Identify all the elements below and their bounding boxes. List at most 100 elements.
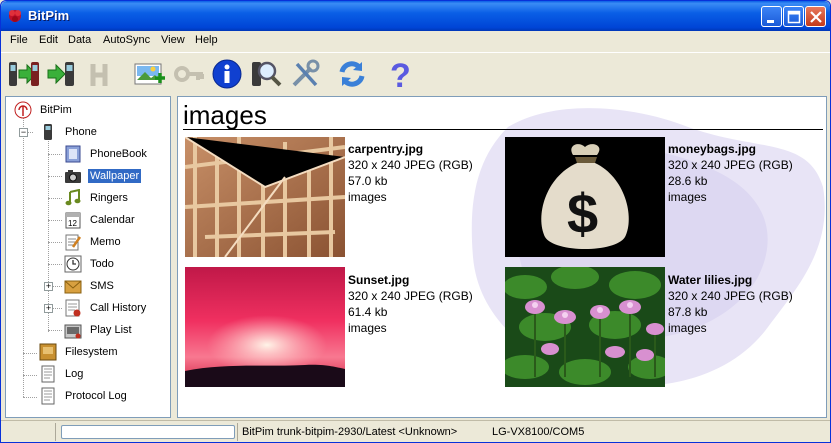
tree-item-play-list[interactable]: Play List: [64, 320, 164, 340]
tree-item-memo[interactable]: Memo: [64, 232, 164, 252]
music-note-icon: [65, 189, 81, 206]
menu-view[interactable]: View: [161, 34, 185, 46]
toolbar: ?: [1, 52, 830, 94]
menu-data[interactable]: Data: [68, 34, 91, 46]
detect-phone-icon[interactable]: [247, 57, 283, 91]
phone-icon: [44, 124, 52, 140]
add-wallpaper-icon[interactable]: [131, 57, 167, 91]
navigation-tree[interactable]: BitPim − Phone PhoneBook Wallpaper Ringe…: [5, 96, 171, 418]
protocol-log-icon: [41, 387, 55, 405]
image-thumbnail-moneybags[interactable]: $: [505, 137, 665, 257]
tree-item-wallpaper[interactable]: Wallpaper: [64, 166, 164, 186]
tree-item-ringers[interactable]: Ringers: [64, 188, 164, 208]
image-origin: images: [348, 190, 387, 204]
refresh-icon[interactable]: [333, 57, 369, 91]
bitpim-app-icon: [9, 10, 21, 22]
tree-label-phonebook: PhoneBook: [90, 148, 147, 160]
collapse-phone-toggle[interactable]: −: [19, 128, 28, 137]
menu-edit[interactable]: Edit: [39, 34, 58, 46]
tree-label-wallpaper: Wallpaper: [88, 169, 142, 183]
tree-item-calendar[interactable]: 12 Calendar: [64, 210, 164, 230]
title-bar[interactable]: BitPim: [1, 1, 830, 31]
image-thumbnail-sunset[interactable]: [185, 267, 345, 387]
status-divider: [237, 423, 238, 441]
tree-label-sms: SMS: [90, 280, 114, 292]
progress-bar: [61, 425, 235, 439]
memo-icon: [65, 234, 82, 251]
tree-item-todo[interactable]: Todo: [64, 254, 164, 274]
tree-item-sms[interactable]: SMS: [64, 276, 164, 296]
tree-label-log: Log: [65, 368, 84, 380]
key-icon[interactable]: [171, 57, 207, 91]
tree-label-calendar: Calendar: [90, 214, 135, 226]
tree-connector: [23, 117, 24, 397]
tree-connector: [48, 330, 62, 331]
status-bar: BitPim trunk-bitpim-2930/Latest <Unknown…: [1, 420, 830, 442]
camera-icon: [65, 170, 81, 183]
tree-root-bitpim[interactable]: BitPim: [14, 100, 164, 120]
tree-connector: [48, 220, 62, 221]
image-filesize: 61.4 kb: [348, 305, 388, 319]
tree-item-protocol-log[interactable]: Protocol Log: [39, 386, 159, 406]
tree-connector: [48, 242, 62, 243]
filesystem-icon: [39, 343, 57, 361]
tree-connector: [23, 353, 37, 354]
tree-item-filesystem[interactable]: Filesystem: [39, 342, 159, 362]
menu-file[interactable]: File: [10, 34, 28, 46]
tree-connector: [23, 397, 37, 398]
calendar-icon: 12: [65, 212, 81, 229]
window-title: BitPim: [28, 8, 70, 23]
history-icon[interactable]: [83, 57, 119, 91]
image-thumbnail-water-lilies[interactable]: [505, 267, 665, 387]
image-dimensions: 320 x 240 JPEG (RGB): [668, 289, 793, 303]
tree-label-call-history: Call History: [90, 302, 147, 314]
image-filename: Sunset.jpg: [348, 273, 410, 287]
call-history-icon: [65, 299, 81, 317]
info-icon[interactable]: [209, 57, 245, 91]
image-filename: carpentry.jpg: [348, 142, 424, 156]
tree-connector: [23, 375, 37, 376]
tree-connector: [48, 264, 62, 265]
phone-status: LG-VX8100/COM5: [492, 426, 585, 438]
send-phone-data-icon[interactable]: [43, 57, 79, 91]
image-dimensions: 320 x 240 JPEG (RGB): [348, 289, 473, 303]
tree-label-root: BitPim: [40, 104, 72, 116]
image-origin: images: [668, 321, 707, 335]
tree-item-log[interactable]: Log: [39, 364, 159, 384]
image-dimensions: 320 x 240 JPEG (RGB): [348, 158, 473, 172]
image-origin: images: [668, 190, 707, 204]
tree-label-memo: Memo: [90, 236, 121, 248]
help-icon[interactable]: ?: [381, 57, 417, 91]
image-info-carpentry: carpentry.jpg 320 x 240 JPEG (RGB) 57.0 …: [348, 141, 473, 205]
title-divider: [183, 129, 823, 130]
phonebook-icon: [65, 145, 81, 163]
tree-item-phone[interactable]: Phone: [39, 122, 159, 142]
image-filename: moneybags.jpg: [668, 142, 757, 156]
page-title: images: [183, 100, 267, 130]
menu-help[interactable]: Help: [195, 34, 218, 46]
wallpaper-content-panel[interactable]: images carpentry.jpg 320 x 240 JPEG (RGB…: [177, 96, 827, 418]
maximize-button[interactable]: [783, 6, 804, 27]
tree-label-filesystem: Filesystem: [65, 346, 118, 358]
tree-connector: [48, 176, 62, 177]
tree-item-call-history[interactable]: Call History: [64, 298, 164, 318]
settings-tools-icon[interactable]: [287, 57, 323, 91]
menu-autosync[interactable]: AutoSync: [103, 34, 150, 46]
image-filesize: 28.6 kb: [668, 174, 708, 188]
minimize-button[interactable]: [761, 6, 782, 27]
close-button[interactable]: [805, 6, 826, 27]
image-info-water-lilies: Water lilies.jpg 320 x 240 JPEG (RGB) 87…: [668, 272, 793, 336]
expand-call-history-toggle[interactable]: +: [44, 304, 53, 313]
get-phone-data-icon[interactable]: [5, 57, 41, 91]
tree-label-play-list: Play List: [90, 324, 132, 336]
tree-item-phonebook[interactable]: PhoneBook: [64, 144, 164, 164]
image-dimensions: 320 x 240 JPEG (RGB): [668, 158, 793, 172]
image-thumbnail-carpentry[interactable]: [185, 137, 345, 257]
image-info-sunset: Sunset.jpg 320 x 240 JPEG (RGB) 61.4 kb …: [348, 272, 473, 336]
clock-icon: [64, 255, 82, 273]
expand-sms-toggle[interactable]: +: [44, 282, 53, 291]
pane-splitter[interactable]: [171, 96, 176, 418]
image-filesize: 87.8 kb: [668, 305, 708, 319]
playlist-icon: [64, 324, 82, 339]
tree-label-protocol-log: Protocol Log: [65, 390, 127, 402]
